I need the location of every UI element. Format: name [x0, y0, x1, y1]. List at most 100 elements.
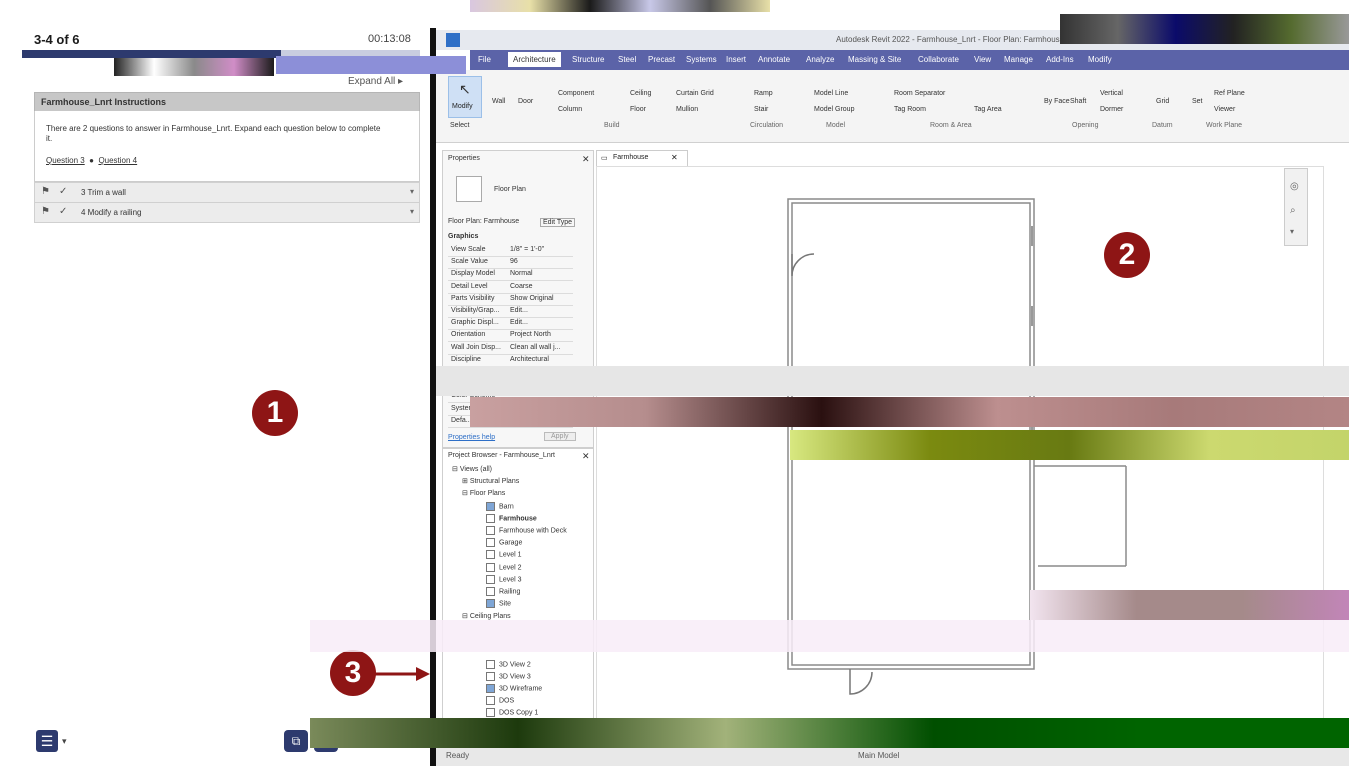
menu-icon[interactable]: ☰ — [36, 730, 58, 752]
apply-button[interactable]: Apply — [544, 432, 576, 441]
view-checkbox[interactable] — [486, 598, 495, 608]
ceiling-plans-node[interactable]: ⊟ Ceiling Plans — [462, 612, 511, 620]
property-value[interactable]: Architectural — [510, 356, 549, 363]
browser-view-item[interactable]: DOS — [486, 696, 514, 706]
tab-view[interactable]: View — [974, 55, 991, 64]
property-value[interactable]: 1/8" = 1'-0" — [510, 246, 544, 253]
browser-view-item[interactable]: Level 2 — [486, 562, 522, 572]
view-checkbox[interactable] — [486, 672, 495, 682]
revit-logo-icon[interactable] — [446, 33, 460, 47]
property-row[interactable]: Orientation Project North — [448, 329, 573, 343]
mullion-button[interactable]: Mullion — [676, 106, 698, 113]
property-value[interactable]: Clean all wall j... — [510, 344, 561, 351]
component-button[interactable]: Component — [558, 90, 594, 97]
tab-structure[interactable]: Structure — [572, 55, 604, 64]
view-checkbox[interactable] — [486, 660, 495, 669]
tab-manage[interactable]: Manage — [1004, 55, 1033, 64]
flag-icon[interactable]: ⚑ — [41, 186, 50, 197]
stair-button[interactable]: Stair — [754, 106, 768, 113]
close-icon[interactable]: ✕ — [582, 451, 590, 462]
tab-massing-site[interactable]: Massing & Site — [848, 55, 901, 64]
property-row[interactable]: View Scale 1/8" = 1'-0" — [448, 244, 573, 257]
set-button[interactable]: Set — [1192, 98, 1203, 105]
tab-annotate[interactable]: Annotate — [758, 55, 790, 64]
browser-view-item[interactable]: Barn — [486, 502, 514, 511]
chevron-down-icon[interactable]: ▾ — [410, 187, 414, 196]
view-checkbox[interactable] — [486, 514, 495, 524]
grid-button[interactable]: Grid — [1156, 98, 1169, 105]
property-row[interactable]: Parts Visibility Show Original — [448, 293, 573, 306]
browser-view-item[interactable]: DOS Copy 1 — [486, 708, 538, 718]
view-checkbox[interactable] — [486, 696, 495, 706]
browser-root[interactable]: ⊟ Views (all) — [452, 465, 492, 473]
type-selector[interactable]: Floor Plan: Farmhouse — [448, 218, 519, 225]
model-group-button[interactable]: Model Group — [814, 106, 854, 113]
tab-insert[interactable]: Insert — [726, 55, 746, 64]
question-row[interactable]: ⚑ ✓ 4 Modify a railing ▾ — [34, 202, 420, 223]
edit-type-button[interactable]: Edit Type — [540, 218, 576, 227]
viewer-button[interactable]: Viewer — [1214, 106, 1235, 113]
browser-view-item[interactable]: 3D Wireframe — [486, 684, 542, 694]
property-value[interactable]: Edit... — [510, 307, 528, 314]
vertical-button[interactable]: Vertical — [1100, 90, 1123, 97]
tab-precast[interactable]: Precast — [648, 55, 675, 64]
model-line-button[interactable]: Model Line — [814, 90, 848, 97]
curtain-grid-button[interactable]: Curtain Grid — [676, 90, 714, 97]
chevron-down-icon[interactable]: ▾ — [410, 207, 414, 216]
property-value[interactable]: Coarse — [510, 283, 533, 290]
flag-icon[interactable]: ⚑ — [41, 206, 50, 217]
tab-collaborate[interactable]: Collaborate — [918, 55, 959, 64]
menu-caret-icon[interactable]: ▾ — [62, 736, 67, 747]
question-row[interactable]: ⚑ ✓ 3 Trim a wall ▾ — [34, 182, 420, 203]
browser-view-item[interactable]: Farmhouse — [486, 514, 537, 524]
browser-view-item[interactable]: Site — [486, 598, 511, 608]
tab-architecture[interactable]: Architecture — [508, 52, 561, 67]
tag-room-button[interactable]: Tag Room — [894, 106, 926, 113]
browser-view-item[interactable]: Railing — [486, 586, 520, 596]
close-icon[interactable]: ✕ — [582, 154, 590, 165]
column-button[interactable]: Column — [558, 106, 582, 113]
property-row[interactable]: Detail Level Coarse — [448, 281, 573, 294]
room-separator-button[interactable]: Room Separator — [894, 90, 945, 97]
view-checkbox[interactable] — [486, 550, 495, 560]
floor-plans-node[interactable]: ⊟ Floor Plans — [462, 489, 505, 497]
browser-view-item[interactable]: Level 1 — [486, 550, 522, 560]
property-row[interactable]: Graphic Displ... Edit... — [448, 317, 573, 331]
view-checkbox[interactable] — [486, 538, 495, 548]
property-value[interactable]: Project North — [510, 331, 551, 338]
view-checkbox[interactable] — [486, 586, 495, 596]
expand-all-button[interactable]: Expand All ▸ — [348, 76, 403, 87]
close-icon[interactable]: ✕ — [671, 153, 678, 162]
view-checkbox[interactable] — [486, 526, 495, 536]
floor-button[interactable]: Floor — [630, 106, 646, 113]
tab-systems[interactable]: Systems — [686, 55, 717, 64]
properties-help-link[interactable]: Properties help — [448, 434, 495, 441]
question-3-link[interactable]: Question 3 — [46, 156, 85, 165]
question-4-link[interactable]: Question 4 — [98, 156, 137, 165]
tab-file[interactable]: File — [478, 55, 491, 64]
shaft-button[interactable]: Shaft — [1070, 98, 1086, 105]
property-row[interactable]: Wall Join Disp... Clean all wall j... — [448, 342, 573, 355]
browser-view-item[interactable]: Level 3 — [486, 574, 522, 584]
tag-area-button[interactable]: Tag Area — [974, 106, 1002, 113]
browser-view-item[interactable]: 3D View 3 — [486, 672, 531, 682]
tab-add-ins[interactable]: Add-Ins — [1046, 55, 1074, 64]
view-checkbox[interactable] — [486, 502, 495, 511]
view-checkbox[interactable] — [486, 574, 495, 584]
property-row[interactable]: Visibility/Grap... Edit... — [448, 305, 573, 318]
property-value[interactable]: Show Original — [510, 295, 554, 302]
property-value[interactable]: Normal — [510, 270, 533, 277]
select-dropdown[interactable]: Select — [450, 122, 469, 129]
view-checkbox[interactable] — [486, 708, 495, 718]
tab-modify[interactable]: Modify — [1088, 55, 1112, 64]
property-row[interactable]: Scale Value 96 — [448, 256, 573, 270]
ref-plane-button[interactable]: Ref Plane — [1214, 90, 1245, 97]
browser-view-item[interactable]: 3D View 2 — [486, 660, 531, 669]
structural-plans-node[interactable]: ⊞ Structural Plans — [462, 477, 519, 485]
ceiling-button[interactable]: Ceiling — [630, 90, 651, 97]
view-checkbox[interactable] — [486, 562, 495, 572]
modify-button[interactable]: ↖ Modify — [448, 76, 482, 118]
ramp-button[interactable]: Ramp — [754, 90, 773, 97]
property-row[interactable]: Discipline Architectural — [448, 354, 573, 367]
wall-button[interactable]: Wall — [492, 98, 505, 105]
